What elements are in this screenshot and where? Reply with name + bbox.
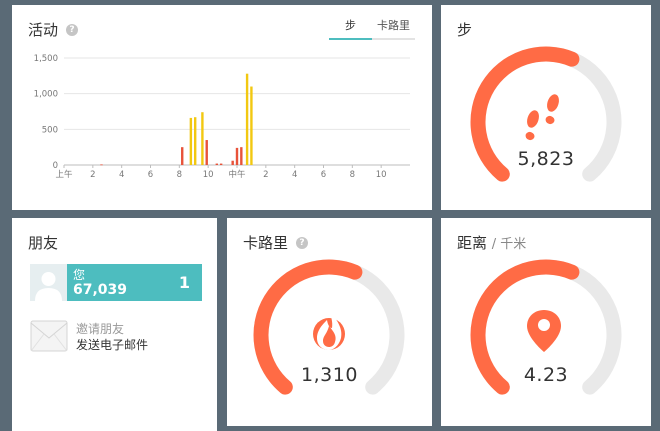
activity-bar (250, 86, 253, 165)
x-tick-label: 中午 (228, 169, 246, 180)
activity-bar (245, 73, 249, 165)
x-tick-label: 上午 (55, 169, 73, 180)
activity-bar (201, 112, 204, 165)
invite-friends-button[interactable]: 邀请朋友 发送电子邮件 (30, 318, 202, 358)
y-tick-label: 1,500 (34, 54, 58, 64)
activity-bar (231, 160, 234, 165)
avatar-icon (35, 272, 62, 301)
steps-value: 5,823 (517, 148, 575, 170)
activity-bar (193, 117, 197, 165)
activity-bar (189, 117, 193, 165)
friends-title: 朋友 (28, 234, 59, 252)
x-tick-label: 8 (177, 170, 182, 180)
friend-rank: 1 (178, 273, 190, 292)
x-tick-label: 4 (292, 170, 297, 180)
activity-bar (215, 163, 219, 165)
steps-gauge (470, 46, 622, 182)
x-tick-label: 2 (263, 170, 268, 180)
distance-gauge (470, 259, 622, 395)
calories-value: 1,310 (301, 364, 358, 386)
activity-card: 活动? 步 卡路里 0 500 1,000 1,500 上午 2 4 6 8 10 中午 2 4 6 8 10 (12, 5, 432, 210)
friend-name: 您 (73, 268, 86, 282)
x-tick-label: 10 (376, 170, 387, 180)
steps-card: 步 5,823 (441, 5, 651, 210)
calories-card: 卡路里? 1,310 (227, 218, 432, 426)
distance-card: 距离 / 千米 4.23 (441, 218, 651, 426)
envelope-icon (30, 320, 68, 352)
friends-card: 朋友 您 67,039 1 邀请朋友 发送电子邮件 (12, 218, 217, 431)
activity-bar (181, 147, 184, 165)
calories-gauge (253, 259, 405, 395)
x-tick-label: 8 (350, 170, 355, 180)
footprints-icon (525, 94, 559, 141)
activity-bar (240, 147, 243, 165)
friend-stats-bar: 您 67,039 1 (67, 264, 202, 301)
activity-bar (219, 163, 223, 165)
x-tick-label: 6 (321, 170, 326, 180)
invite-action-link[interactable]: 发送电子邮件 (76, 336, 148, 353)
y-tick-label: 1,000 (34, 90, 58, 100)
map-pin-icon (527, 310, 561, 352)
x-tick-label: 10 (203, 170, 214, 180)
activity-bar (100, 164, 103, 166)
x-tick-label: 2 (90, 170, 95, 180)
avatar (30, 264, 67, 301)
distance-value: 4.23 (523, 364, 569, 386)
activity-bar (205, 140, 208, 165)
x-tick-label: 4 (119, 170, 124, 180)
friend-row-me[interactable]: 您 67,039 1 (30, 264, 202, 301)
invite-title: 邀请朋友 (76, 322, 125, 336)
y-tick-label: 500 (42, 125, 58, 135)
activity-bar (235, 147, 239, 165)
flame-icon (313, 310, 345, 350)
activity-chart: 05001,0001,500上午 2 4 6 8 10 中午 2 4 6 8 10 (34, 54, 410, 180)
x-tick-label: 6 (148, 170, 153, 180)
friend-steps: 67,039 (73, 282, 128, 298)
